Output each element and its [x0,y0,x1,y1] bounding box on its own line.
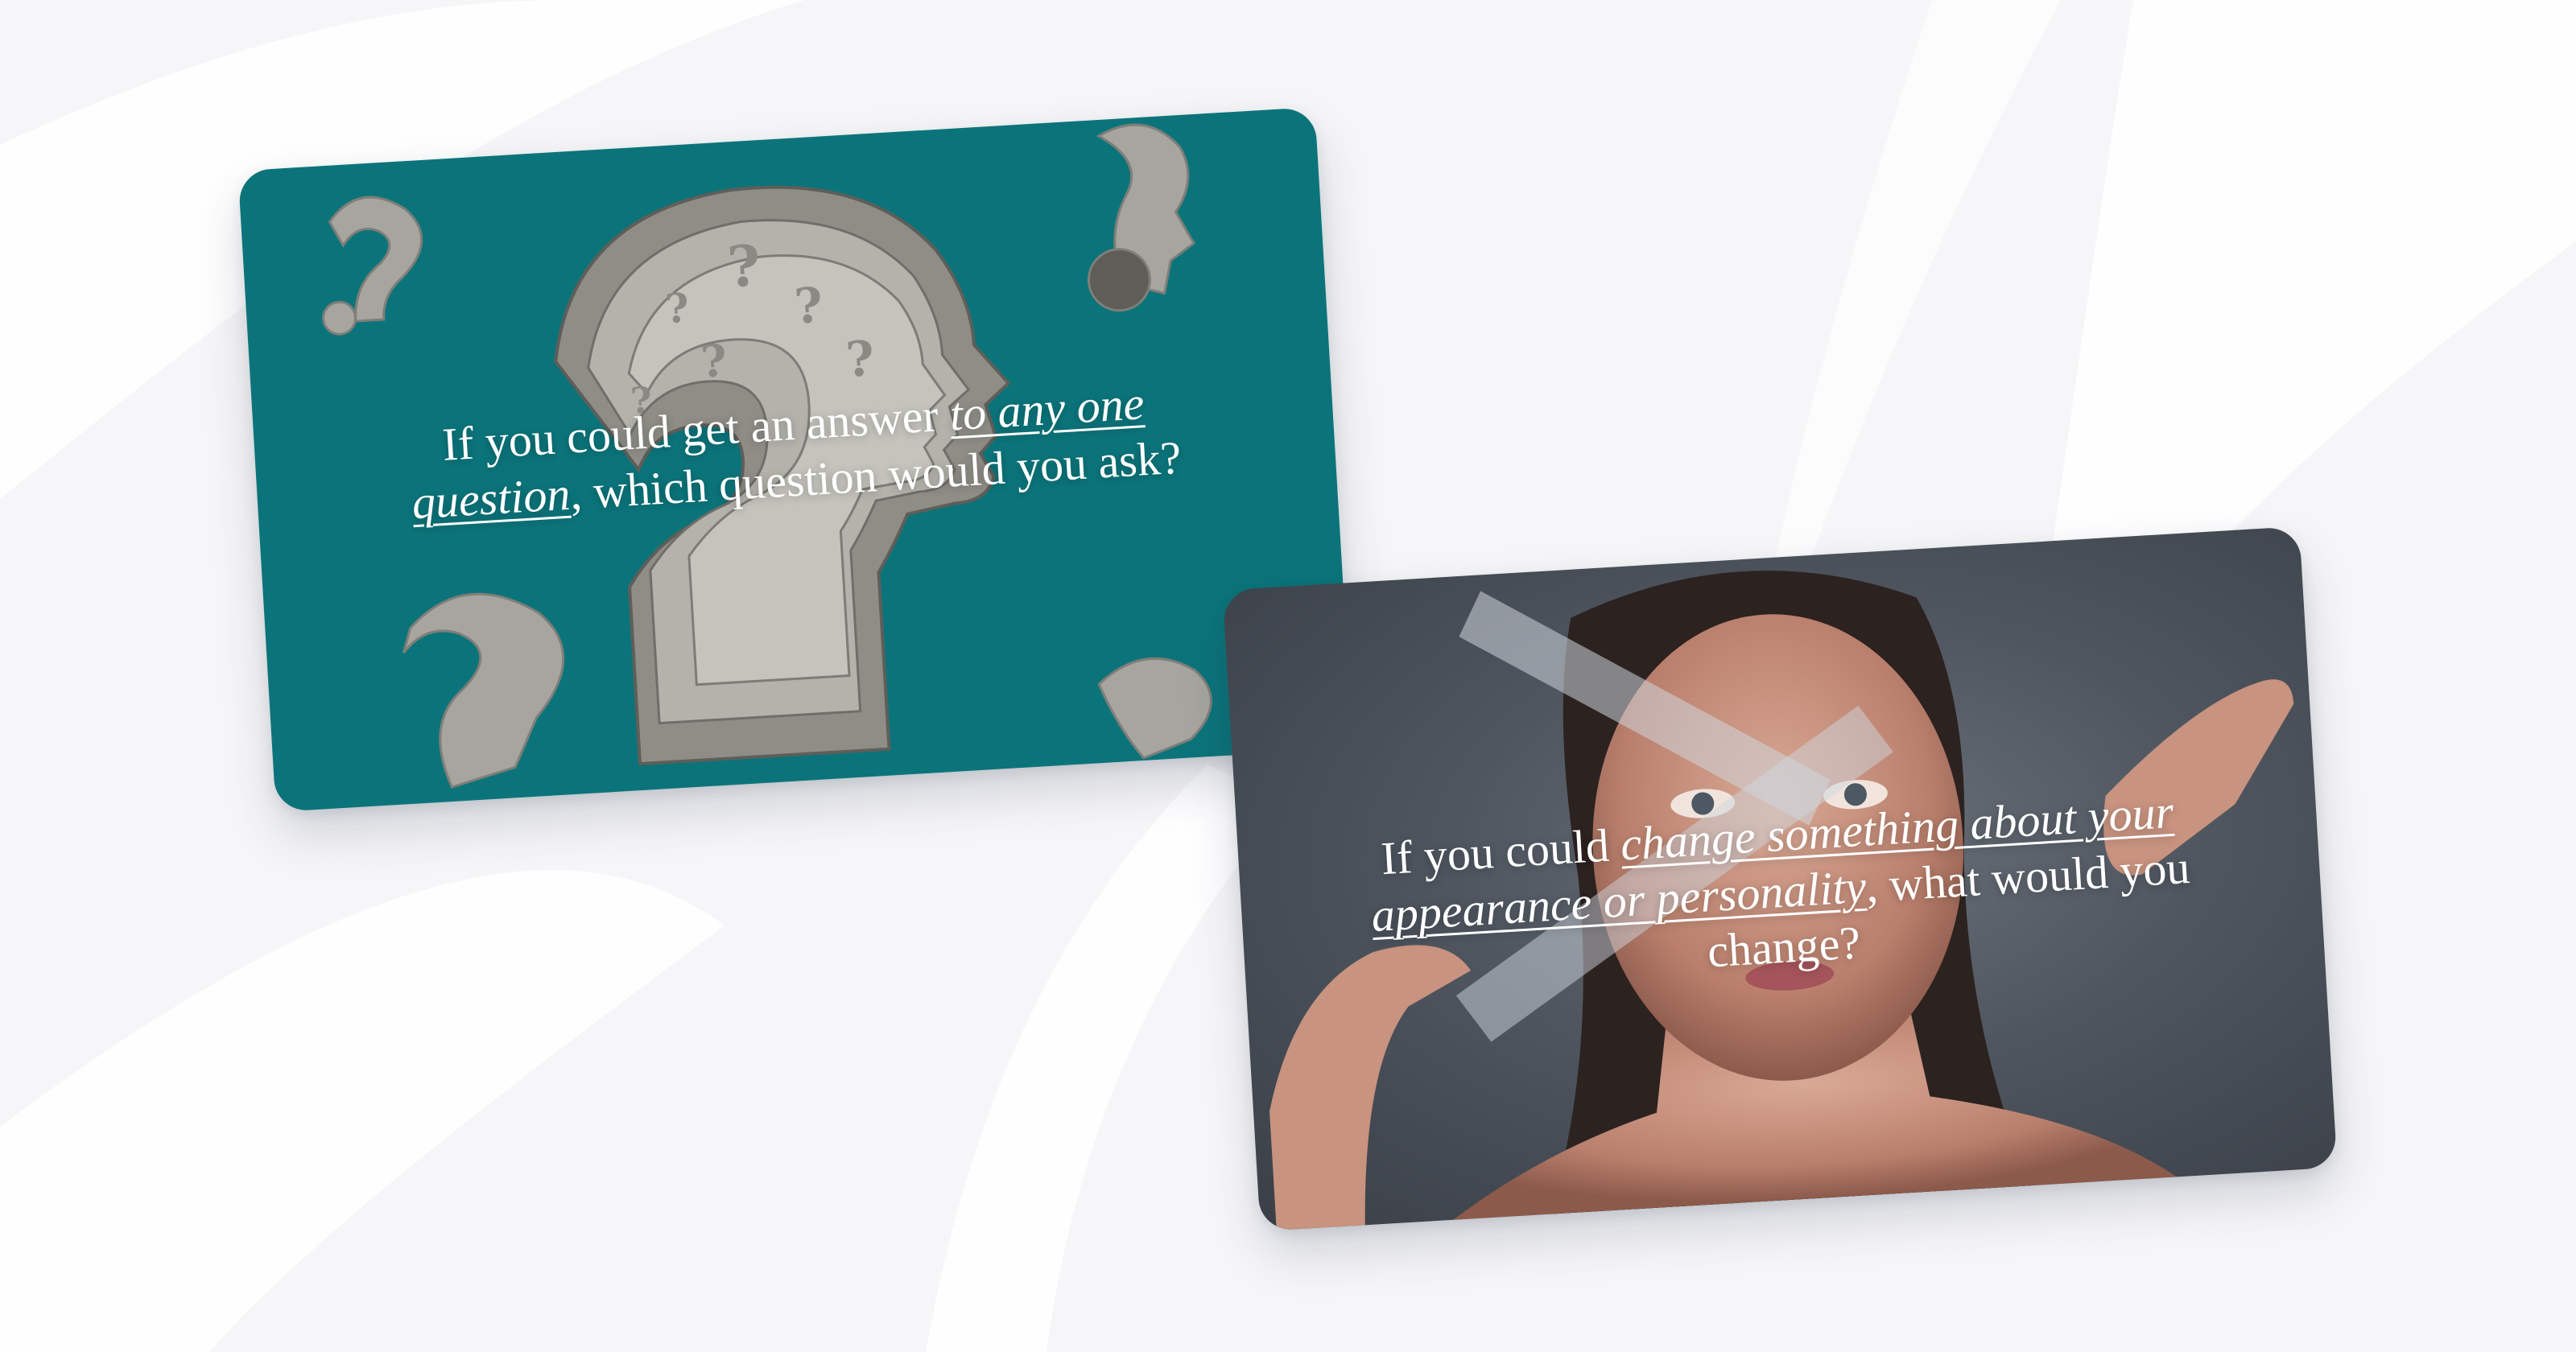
question-card-teal[interactable]: ? ? ? ? ? ? If you could get an answer t… [237,106,1353,813]
question-prefix: If you could [1379,818,1623,885]
svg-text:?: ? [664,284,691,333]
svg-text:?: ? [793,278,824,336]
svg-text:?: ? [725,232,762,300]
question-card-photo[interactable]: If you could change something about your… [1222,526,2338,1232]
svg-text:?: ? [700,334,729,388]
svg-text:?: ? [844,331,876,389]
